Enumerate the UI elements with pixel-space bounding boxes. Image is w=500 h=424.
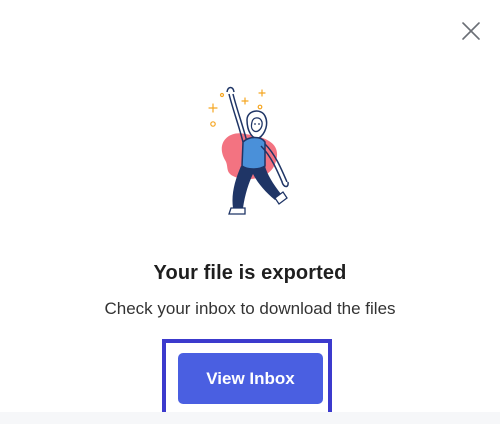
celebrating-person-illustration — [195, 82, 305, 232]
export-success-dialog: Your file is exported Check your inbox t… — [0, 0, 500, 424]
view-inbox-button[interactable]: View Inbox — [178, 353, 323, 404]
dialog-title: Your file is exported — [153, 262, 347, 284]
close-button[interactable] — [458, 18, 484, 44]
dialog-subtitle: Check your inbox to download the files — [104, 299, 396, 318]
dialog-footer-band — [0, 412, 500, 424]
close-icon — [462, 22, 480, 40]
